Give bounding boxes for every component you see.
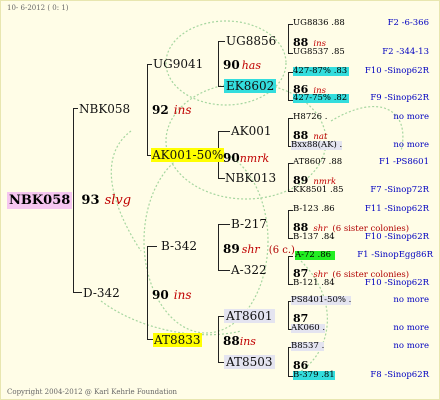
gen1-name-0[interactable]: NBK058 xyxy=(79,103,130,115)
footer-copyright: Copyright 2004-2012 @ Karl Kehrle Founda… xyxy=(7,388,178,396)
gen4-top-4[interactable]: B-123 .86 xyxy=(293,205,335,214)
gen4-bot-2[interactable]: Bxx88(AK) . xyxy=(291,141,343,150)
gen4-bot-6[interactable]: AK060 . xyxy=(291,324,326,333)
gen4-top-link-1[interactable]: F10 -Sinop62R xyxy=(365,67,429,76)
gen2-name-0[interactable]: UG9041 xyxy=(153,58,203,70)
gen4-bot-0[interactable]: UG8537 .85 xyxy=(293,48,345,57)
gen4-bot-link-0[interactable]: F2 -344-13 xyxy=(382,48,429,57)
gen4-bot-link-7[interactable]: F8 -Sinop62R xyxy=(370,371,429,380)
gen4-top-1[interactable]: 427-87% .83 xyxy=(293,67,349,76)
gen4-top-6[interactable]: PS8401-50% . xyxy=(291,296,352,305)
gen4-bot-4[interactable]: B-137 .84 xyxy=(293,233,335,242)
gen2-mating-1: 90nmrk xyxy=(223,151,270,165)
gen1-name-1[interactable]: D-342 xyxy=(83,287,120,299)
gen4-bot-link-5[interactable]: F10 -Sinop62R xyxy=(365,279,429,288)
gen4-bot-link-2[interactable]: no more xyxy=(393,141,429,150)
gen2-name-3[interactable]: AT8833 xyxy=(153,333,202,347)
gen4-bot-link-6[interactable]: no more xyxy=(393,324,429,333)
gen4-bot-link-4[interactable]: F10 -Sinop62R xyxy=(365,233,429,242)
gen4-bot-link-1[interactable]: F9 -Sinop62R xyxy=(370,94,429,103)
gen4-top-link-5[interactable]: F1 -SinopEgg86R xyxy=(357,251,433,260)
gen4-top-0[interactable]: UG8836 .88 xyxy=(293,19,345,28)
gen4-top-2[interactable]: H8726 . xyxy=(293,113,327,122)
gen2-name-2[interactable]: B-342 xyxy=(161,240,197,252)
root-breed: slvg xyxy=(104,193,132,208)
gen3-name-0[interactable]: UG8856 xyxy=(226,35,276,47)
root-name: NBK058 xyxy=(7,192,73,209)
gen4-top-link-4[interactable]: F11 -Sinop62R xyxy=(365,205,429,214)
root-node[interactable]: NBK058 93 slvg xyxy=(7,191,132,209)
gen3-name-2[interactable]: AK001 xyxy=(231,125,272,137)
gen4-top-3[interactable]: AT8607 .88 xyxy=(293,158,342,167)
gen2-name-1[interactable]: AK001-50% xyxy=(151,148,225,162)
gen2-mating-2: 89 shr (6 c.) xyxy=(223,242,295,256)
gen4-bot-link-3[interactable]: F7 -Sinop72R xyxy=(370,186,429,195)
gen4-top-link-7[interactable]: no more xyxy=(393,342,429,351)
gen3-name-3[interactable]: NBK013 xyxy=(225,172,276,184)
gen4-bot-1[interactable]: 427-75% .82 xyxy=(293,94,349,103)
gen2-mating-0: 90 has xyxy=(223,58,261,72)
gen4-top-link-6[interactable]: no more xyxy=(393,296,429,305)
gen1-mating-0: 92 ins xyxy=(152,103,192,117)
gen4-top-link-2[interactable]: no more xyxy=(393,113,429,122)
gen4-bot-7[interactable]: B-379 .81 xyxy=(293,371,335,380)
pedigree-chart: 10- 6-2012 ( 0: 1) NBK058 93 slvg NBK058… xyxy=(0,0,440,400)
gen4-bot-5[interactable]: B-121 .84 xyxy=(293,279,335,288)
gen3-name-7[interactable]: AT8503 xyxy=(224,355,275,369)
gen4-top-5[interactable]: A-72 .86 xyxy=(295,251,335,260)
gen3-name-4[interactable]: B-217 xyxy=(231,218,267,230)
gen1-mating-1: 90 ins xyxy=(152,288,192,302)
gen3-name-6[interactable]: AT8601 xyxy=(224,309,275,323)
gen3-name-5[interactable]: A-322 xyxy=(231,264,267,276)
gen4-top-link-0[interactable]: F2 -6-366 xyxy=(388,19,429,28)
gen4-bot-3[interactable]: KK8501 .85 xyxy=(293,186,344,195)
gen3-name-1[interactable]: EK8602 xyxy=(224,79,277,93)
gen2-mating-3: 88ins xyxy=(223,334,256,348)
gen4-top-7[interactable]: B8537 . xyxy=(291,342,325,351)
root-year: 93 xyxy=(81,193,100,208)
gen4-top-link-3[interactable]: F1 -PS8601 xyxy=(379,158,429,167)
